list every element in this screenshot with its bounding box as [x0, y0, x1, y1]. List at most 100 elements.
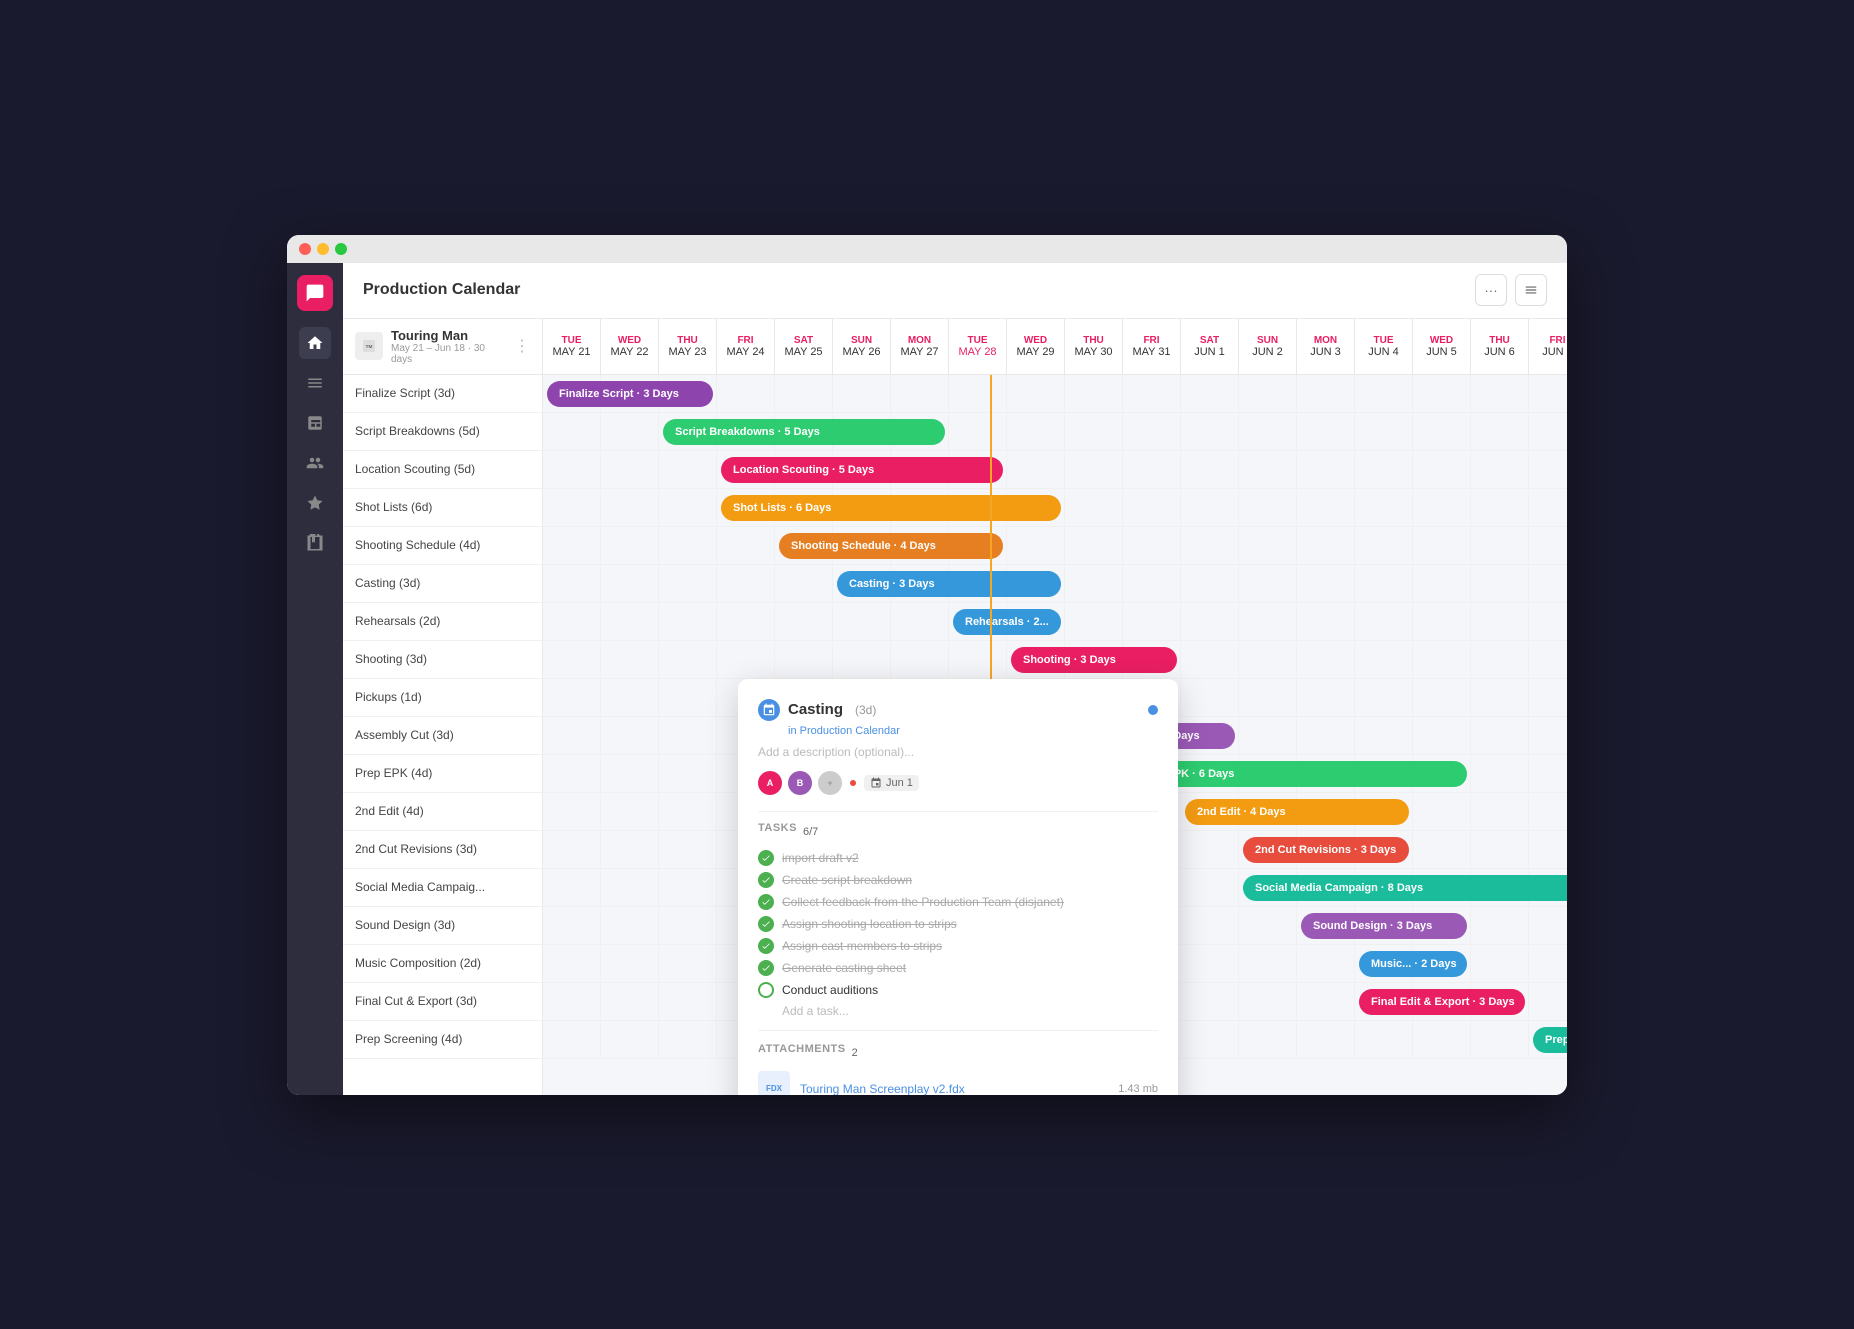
task-item[interactable]: Collect feedback from the Production Tea…: [758, 894, 1158, 910]
gantt-cell: [1181, 413, 1239, 450]
gantt-bar[interactable]: Location Scouting · 5 Days: [721, 457, 1003, 483]
gantt-row-label[interactable]: 2nd Cut Revisions (3d): [343, 831, 542, 869]
task-item[interactable]: Conduct auditions: [758, 982, 1158, 998]
day-date: MAY 27: [900, 346, 938, 358]
task-item[interactable]: import draft v2: [758, 850, 1158, 866]
gantt-cell: [1239, 717, 1297, 754]
gantt-row-label[interactable]: Rehearsals (2d): [343, 603, 542, 641]
gantt-row-label[interactable]: Shooting Schedule (4d): [343, 527, 542, 565]
add-task-button[interactable]: Add a task...: [782, 1004, 1158, 1018]
gantt-cell: [1181, 945, 1239, 982]
gantt-cell: [1239, 641, 1297, 678]
gantt-cell: [601, 793, 659, 830]
gantt-bar[interactable]: Rehearsals · 2...: [953, 609, 1061, 635]
day-name: TUE: [562, 335, 582, 346]
task-checkbox[interactable]: [758, 872, 774, 888]
day-date: MAY 25: [784, 346, 822, 358]
gantt-cell: [1297, 679, 1355, 716]
gantt-bar[interactable]: Shooting · 3 Days: [1011, 647, 1177, 673]
view-toggle-button[interactable]: [1515, 274, 1547, 306]
project-menu-button[interactable]: ⋮: [514, 336, 530, 356]
due-date-badge[interactable]: Jun 1: [864, 775, 919, 791]
gantt-bar[interactable]: Script Breakdowns · 5 Days: [663, 419, 945, 445]
day-column-header: MONMAY 27: [891, 319, 949, 374]
gantt-bar[interactable]: 2nd Edit · 4 Days: [1185, 799, 1409, 825]
gantt-row-label[interactable]: 2nd Edit (4d): [343, 793, 542, 831]
task-checkbox[interactable]: [758, 982, 774, 998]
gantt-bar[interactable]: Music... · 2 Days: [1359, 951, 1467, 977]
popup-task-icon: [758, 699, 780, 721]
gantt-row-label[interactable]: Final Cut & Export (3d): [343, 983, 542, 1021]
sidebar-item-board[interactable]: [299, 407, 331, 439]
gantt-cell: [717, 527, 775, 564]
task-checkbox[interactable]: [758, 894, 774, 910]
task-item[interactable]: Create script breakdown: [758, 872, 1158, 888]
gantt-cell: [717, 641, 775, 678]
avatar-add[interactable]: +: [818, 771, 842, 795]
attachment-name[interactable]: Touring Man Screenplay v2.fdx: [800, 1082, 1108, 1095]
close-dot[interactable]: [299, 243, 311, 255]
task-text: Collect feedback from the Production Tea…: [782, 895, 1064, 909]
gantt-bar[interactable]: Prep EPK · 6 Days: [1127, 761, 1467, 787]
sidebar-item-team[interactable]: [299, 447, 331, 479]
sidebar-item-vip[interactable]: [299, 487, 331, 519]
gantt-row-label[interactable]: Prep Screening (4d): [343, 1021, 542, 1059]
gantt-cell: [1471, 527, 1529, 564]
gantt-cell: [775, 565, 833, 602]
day-date: MAY 28: [958, 346, 996, 358]
more-options-button[interactable]: ···: [1475, 274, 1507, 306]
task-checkbox[interactable]: [758, 938, 774, 954]
gantt-cell: [1065, 375, 1123, 412]
gantt-cell: [601, 565, 659, 602]
gantt-cell: [659, 565, 717, 602]
gantt-cell: [1297, 413, 1355, 450]
task-checkbox[interactable]: [758, 916, 774, 932]
gantt-cell: [1355, 717, 1413, 754]
gantt-bar[interactable]: Shot Lists · 6 Days: [721, 495, 1061, 521]
gantt-cell: [1529, 945, 1567, 982]
minimize-dot[interactable]: [317, 243, 329, 255]
gantt-bar[interactable]: Final Edit & Export · 3 Days: [1359, 989, 1525, 1015]
popup-description[interactable]: Add a description (optional)...: [758, 745, 1158, 759]
gantt-row-label[interactable]: Shooting (3d): [343, 641, 542, 679]
gantt-row-label[interactable]: Social Media Campaig...: [343, 869, 542, 907]
sidebar-item-list[interactable]: [299, 367, 331, 399]
gantt-bar[interactable]: Sound Design · 3 Days: [1301, 913, 1467, 939]
gantt-cell: [1355, 489, 1413, 526]
gantt-cell: [601, 869, 659, 906]
gantt-bar[interactable]: Prep Sc...: [1533, 1027, 1567, 1053]
gantt-row-label[interactable]: Assembly Cut (3d): [343, 717, 542, 755]
gantt-row-label[interactable]: Pickups (1d): [343, 679, 542, 717]
gantt-bar[interactable]: Finalize Script · 3 Days: [547, 381, 713, 407]
gantt-cell: [659, 603, 717, 640]
sidebar-item-home[interactable]: [299, 327, 331, 359]
popup-calendar-link[interactable]: Production Calendar: [800, 725, 900, 737]
maximize-dot[interactable]: [335, 243, 347, 255]
gantt-cell: [891, 375, 949, 412]
gantt-row-label[interactable]: Sound Design (3d): [343, 907, 542, 945]
gantt-row-label[interactable]: Shot Lists (6d): [343, 489, 542, 527]
gantt-cell: [659, 1021, 717, 1058]
gantt-cell: [1297, 375, 1355, 412]
task-checkbox[interactable]: [758, 850, 774, 866]
sidebar-item-book[interactable]: [299, 527, 331, 559]
app-logo[interactable]: [297, 275, 333, 311]
gantt-bar[interactable]: Casting · 3 Days: [837, 571, 1061, 597]
gantt-cell: [1239, 945, 1297, 982]
gantt-row-label[interactable]: Prep EPK (4d): [343, 755, 542, 793]
gantt-bar[interactable]: Social Media Campaign · 8 Days: [1243, 875, 1567, 901]
task-item[interactable]: Assign shooting location to strips: [758, 916, 1158, 932]
gantt-bar[interactable]: 2nd Cut Revisions · 3 Days: [1243, 837, 1409, 863]
task-checkbox[interactable]: [758, 960, 774, 976]
project-header: TM Touring Man May 21 – Jun 18 · 30 days…: [343, 319, 542, 375]
gantt-row-label[interactable]: Music Composition (2d): [343, 945, 542, 983]
gantt-cell: [1297, 527, 1355, 564]
gantt-row-label[interactable]: Casting (3d): [343, 565, 542, 603]
gantt-row-label[interactable]: Finalize Script (3d): [343, 375, 542, 413]
task-item[interactable]: Generate casting sheet: [758, 960, 1158, 976]
gantt-cell: [1471, 679, 1529, 716]
gantt-row-label[interactable]: Script Breakdowns (5d): [343, 413, 542, 451]
gantt-bar[interactable]: Shooting Schedule · 4 Days: [779, 533, 1003, 559]
task-item[interactable]: Assign cast members to strips: [758, 938, 1158, 954]
gantt-row-label[interactable]: Location Scouting (5d): [343, 451, 542, 489]
